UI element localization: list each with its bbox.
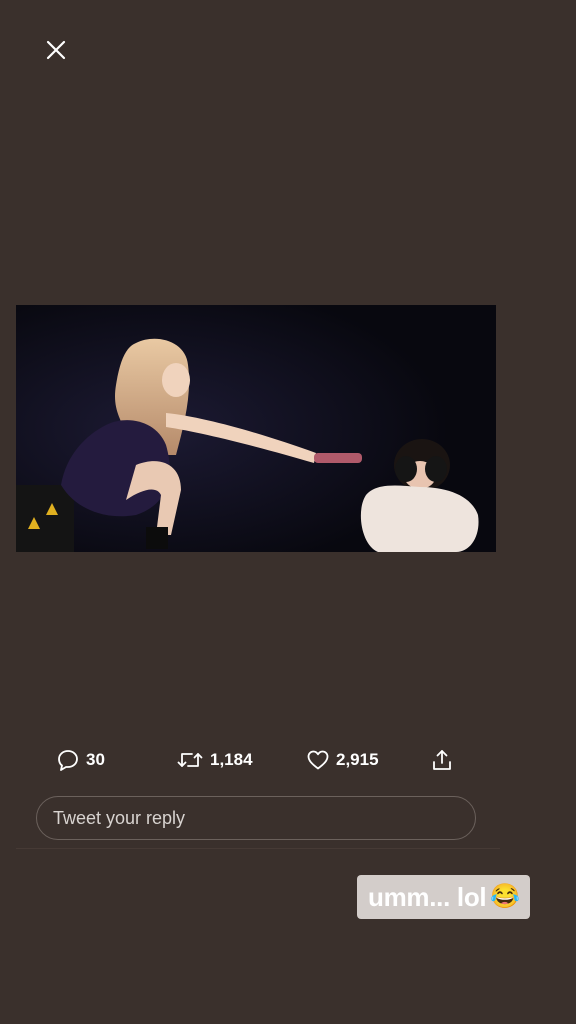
tweet-actions: 30 1,184 2,915: [56, 745, 456, 775]
share-action[interactable]: [430, 745, 454, 775]
reply-action[interactable]: 30: [56, 745, 105, 775]
retweet-action[interactable]: 1,184: [176, 745, 253, 775]
like-action[interactable]: 2,915: [306, 745, 379, 775]
speech-bubble-icon: [58, 750, 78, 771]
story-caption: umm... lol 😂: [357, 875, 531, 919]
share-icon: [433, 750, 451, 770]
tears-of-joy-icon: 😂: [490, 883, 521, 910]
reply-count: 30: [86, 750, 105, 769]
story-screen: 30 1,184 2,915 Tweet your reply umm... l…: [0, 0, 576, 1024]
heart-icon: [307, 750, 329, 770]
tweet-photo[interactable]: [16, 305, 496, 552]
reply-field[interactable]: [36, 796, 476, 840]
close-icon: [46, 40, 66, 60]
retweet-icon: [177, 753, 203, 767]
close-button[interactable]: [40, 34, 72, 66]
caption-text: umm... lol: [368, 881, 487, 912]
retweet-count: 1,184: [210, 750, 253, 769]
like-count: 2,915: [336, 750, 379, 769]
tweet-card: 30 1,184 2,915: [16, 305, 500, 849]
reply-input[interactable]: [53, 807, 475, 829]
